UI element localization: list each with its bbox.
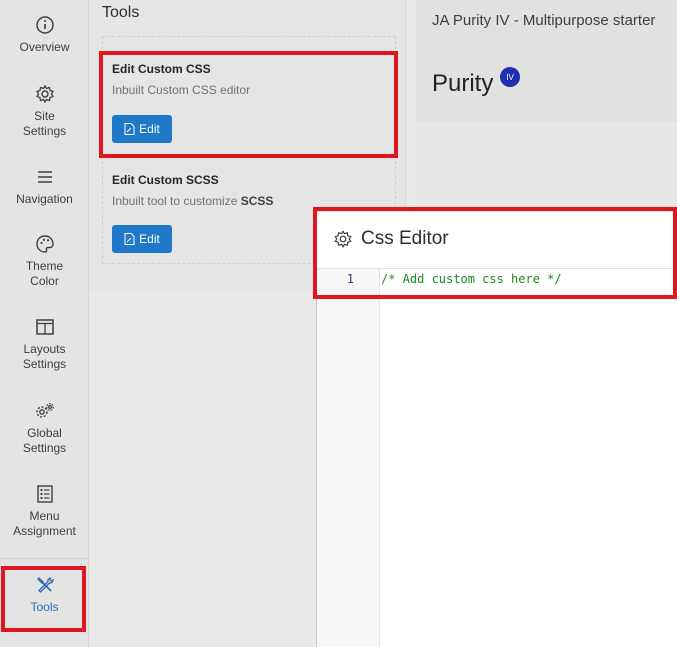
edit-custom-scss-button[interactable]: Edit [112,225,172,253]
preview-header: JA Purity IV - Multipurpose starter Puri… [416,0,677,122]
site-tagline: JA Purity IV - Multipurpose starter [432,12,656,29]
css-editor-title: Css Editor [361,228,449,249]
tools-icon [34,574,56,596]
custom-css-desc: Inbuilt Custom CSS editor [112,83,251,97]
custom-css-title: Edit Custom CSS [112,62,211,76]
layout-icon [34,316,56,338]
code-comment[interactable]: /* Add custom css here */ [381,272,562,286]
menu-icon [34,166,56,188]
editor-gutter: 1 [317,269,380,647]
gear-icon [333,229,353,249]
sidebar-item-label: Layouts [23,342,66,356]
custom-css-tool: Edit Custom CSS Inbuilt Custom CSS edito… [112,62,250,97]
logo-badge: IV [500,67,520,87]
custom-scss-desc: Inbuilt tool to customize SCSS [112,194,273,208]
list-icon [34,483,56,505]
sidebar-item-label: Navigation [16,192,73,206]
sidebar-item-label-2: Settings [22,441,67,455]
sidebar: Overview Site Settings Navigation Theme … [0,0,89,647]
sidebar-item-overview[interactable]: Overview [0,14,89,55]
gears-icon [34,400,56,422]
sidebar-item-label-2: Settings [22,357,67,371]
custom-scss-tool: Edit Custom SCSS Inbuilt tool to customi… [112,173,273,208]
sidebar-item-label: Tools [30,600,59,614]
sidebar-item-navigation[interactable]: Navigation [0,166,89,207]
edit-button-label: Edit [139,232,160,246]
sidebar-item-layouts-settings[interactable]: Layouts Settings [0,316,89,372]
sidebar-item-label: Global [27,426,62,440]
info-icon [34,14,56,36]
file-edit-icon [124,233,135,245]
tools-title: Tools [102,4,140,21]
sidebar-item-label-2: Settings [22,124,67,138]
css-editor-header: Css Editor [317,212,677,269]
edit-button-label: Edit [139,122,160,136]
site-logo[interactable]: Purity [432,70,493,98]
code-line[interactable]: /* Add custom css here */ [381,269,677,288]
sidebar-item-label: Overview [19,40,70,54]
file-edit-icon [124,123,135,135]
sidebar-item-site-settings[interactable]: Site Settings [0,83,89,139]
sidebar-divider [0,558,89,559]
sidebar-item-label-2: Color [30,274,59,288]
custom-scss-desc-bold: SCSS [240,194,274,208]
palette-icon [34,233,56,255]
sidebar-item-global-settings[interactable]: Global Settings [0,400,89,456]
edit-custom-css-button[interactable]: Edit [112,115,172,143]
sidebar-item-label: Menu [29,509,60,523]
custom-scss-title: Edit Custom SCSS [112,173,219,187]
sidebar-item-label: Theme [25,259,64,273]
sidebar-item-menu-assignment[interactable]: Menu Assignment [0,483,89,539]
custom-scss-desc-prefix: Inbuilt tool to customize [112,194,241,208]
sidebar-item-label: Site [34,109,55,123]
sidebar-item-theme-color[interactable]: Theme Color [0,233,89,289]
sidebar-item-tools[interactable]: Tools [0,574,89,615]
sidebar-item-label-2: Assignment [13,524,76,538]
css-editor-modal: Css Editor 1 /* Add custom css here */ [316,212,677,647]
gear-icon [34,83,56,105]
line-number: 1 [346,272,354,286]
